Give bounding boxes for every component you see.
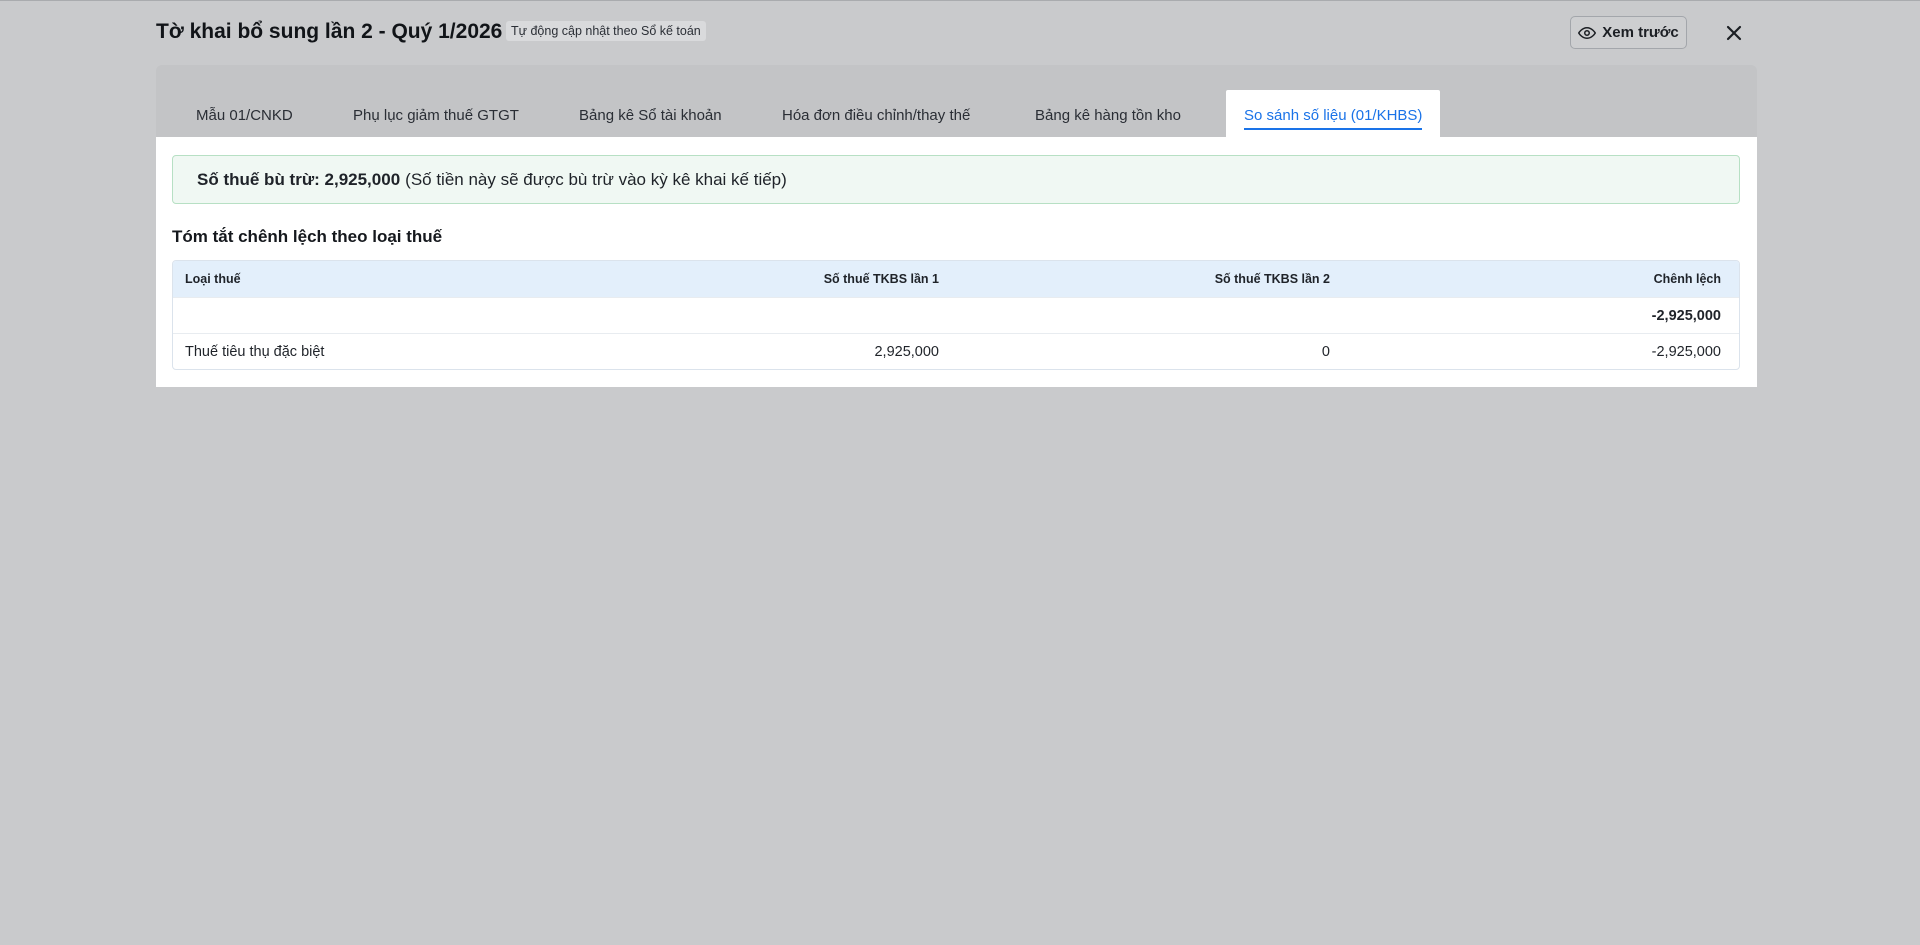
auto-update-badge: Tự động cập nhật theo Sổ kế toán: [506, 21, 706, 41]
tab-bang-ke-so-tai-khoan[interactable]: Bảng kê Sổ tài khoản: [579, 90, 722, 137]
close-button[interactable]: [1720, 19, 1748, 47]
tab-label: Bảng kê hàng tồn kho: [1035, 107, 1181, 124]
summary-table: Loại thuế Số thuế TKBS lần 1 Số thuế TKB…: [172, 260, 1740, 370]
tab-label: Hóa đơn điều chỉnh/thay thế: [782, 107, 971, 124]
table-total-row: -2,925,000: [173, 297, 1739, 333]
tab-hoa-don-dieu-chinh[interactable]: Hóa đơn điều chỉnh/thay thế: [782, 90, 970, 137]
tab-phu-luc-giam-thue[interactable]: Phụ lục giảm thuế GTGT: [353, 90, 519, 137]
table-cell: -2,925,000: [1651, 343, 1721, 360]
column-header: Chênh lệch: [1653, 272, 1721, 286]
tab-content: Số thuế bù trừ: 2,925,000 (Số tiền này s…: [156, 137, 1757, 387]
tab-bar: Mẫu 01/CNKD Phụ lục giảm thuế GTGT Bảng …: [156, 90, 1757, 138]
tab-label: Mẫu 01/CNKD: [196, 107, 293, 124]
offset-tax-alert: Số thuế bù trừ: 2,925,000 (Số tiền này s…: [172, 155, 1740, 204]
table-header-row: Loại thuế Số thuế TKBS lần 1 Số thuế TKB…: [173, 261, 1739, 297]
tab-bang-ke-hang-ton-kho[interactable]: Bảng kê hàng tồn kho: [1035, 90, 1181, 137]
modal-header: Tờ khai bổ sung lần 2 - Quý 1/2026 Tự độ…: [156, 0, 1756, 64]
preview-button-label: Xem trước: [1602, 24, 1679, 41]
modal-panel: Mẫu 01/CNKD Phụ lục giảm thuế GTGT Bảng …: [156, 65, 1757, 387]
table-row: Thuế tiêu thụ đặc biệt 2,925,000 0 -2,92…: [173, 333, 1739, 369]
table-cell: 0: [1321, 343, 1330, 360]
close-icon: [1726, 25, 1742, 41]
tab-label: So sánh số liệu (01/KHBS): [1244, 107, 1423, 130]
page-title: Tờ khai bổ sung lần 2 - Quý 1/2026: [156, 20, 503, 43]
tab-mau-01-cnkd[interactable]: Mẫu 01/CNKD: [196, 90, 293, 137]
offset-tax-label: Số thuế bù trừ: 2,925,000: [197, 169, 401, 189]
offset-tax-note: (Số tiền này sẽ được bù trừ vào kỳ kê kh…: [405, 169, 787, 189]
column-header: Số thuế TKBS lần 1: [823, 272, 939, 286]
column-header: Loại thuế: [185, 272, 241, 286]
tab-so-sanh-so-lieu[interactable]: So sánh số liệu (01/KHBS): [1226, 90, 1441, 137]
preview-button[interactable]: Xem trước: [1570, 16, 1687, 49]
table-cell: Thuế tiêu thụ đặc biệt: [185, 343, 325, 360]
tab-label: Bảng kê Sổ tài khoản: [579, 107, 722, 124]
summary-title: Tóm tắt chênh lệch theo loại thuế: [172, 227, 443, 246]
tab-label: Phụ lục giảm thuế GTGT: [353, 107, 519, 124]
column-header: Số thuế TKBS lần 2: [1214, 272, 1330, 286]
eye-icon: [1578, 26, 1597, 39]
table-cell: -2,925,000: [1651, 307, 1721, 324]
table-cell: 2,925,000: [874, 343, 939, 360]
